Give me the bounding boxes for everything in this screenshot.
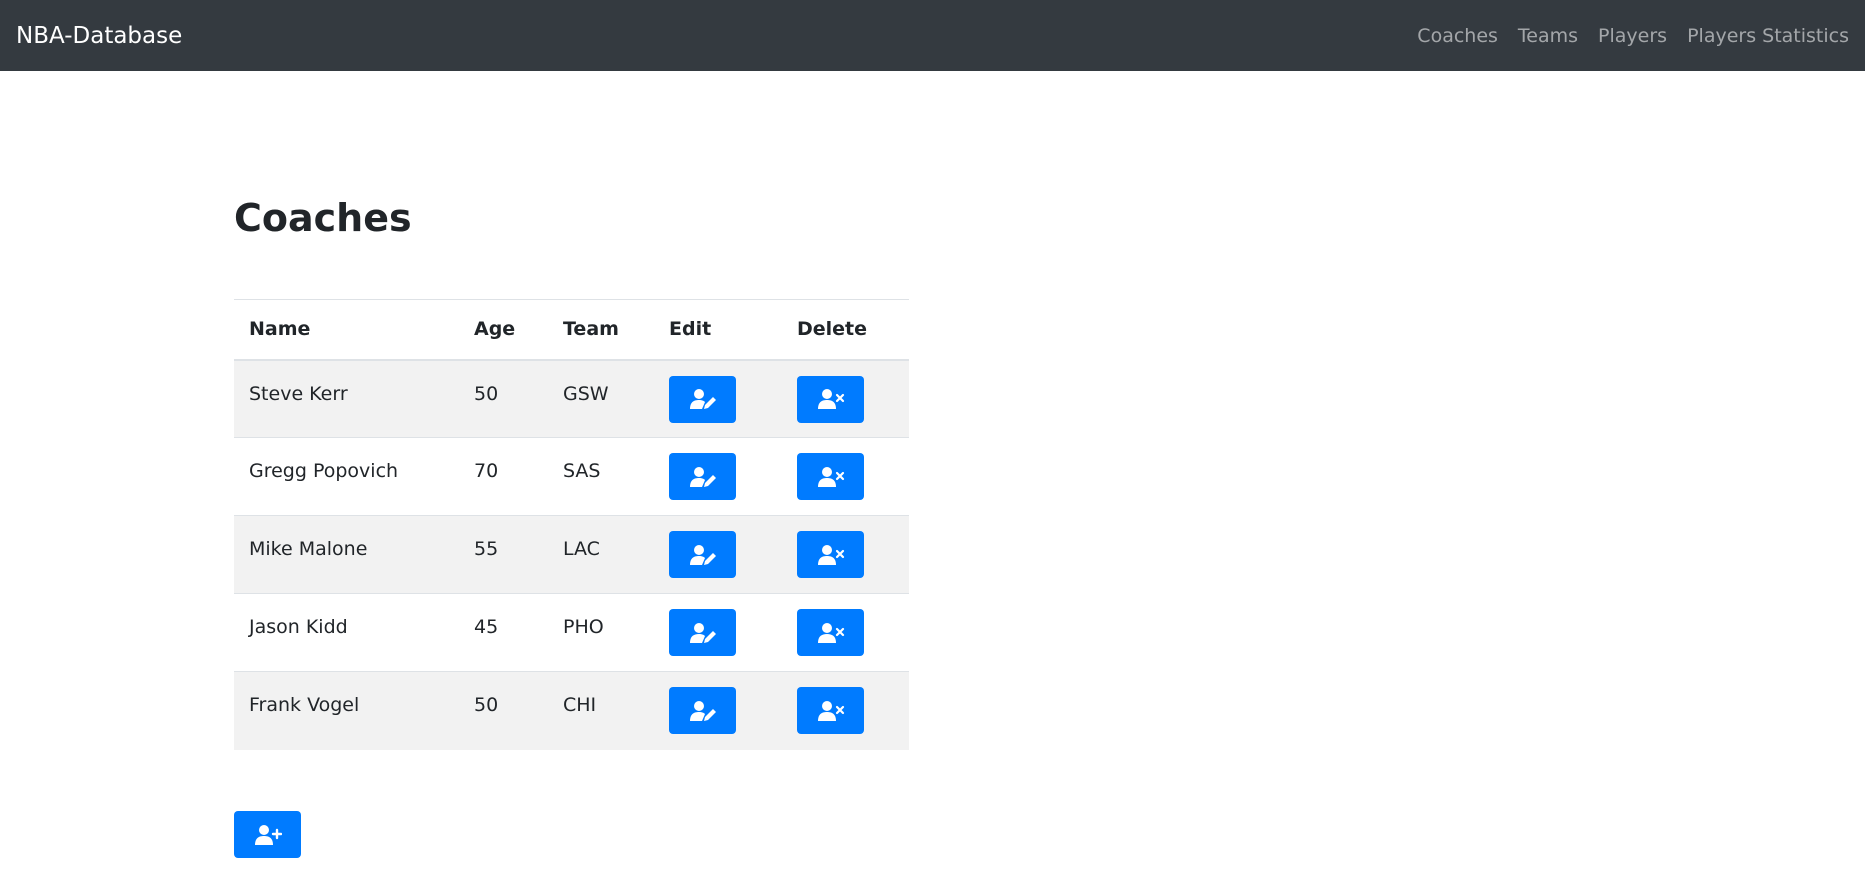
user-plus-icon (254, 824, 282, 845)
nav-link-players-statistics[interactable]: Players Statistics (1687, 25, 1849, 47)
edit-button[interactable] (669, 375, 736, 423)
edit-cell (654, 593, 782, 672)
user-edit-icon (689, 389, 716, 409)
edit-cell (654, 515, 782, 594)
delete-cell (782, 671, 909, 750)
user-times-icon (817, 389, 844, 409)
coach-team: CHI (548, 671, 654, 750)
coach-name: Steve Kerr (234, 359, 459, 438)
navbar-brand[interactable]: NBA-Database (16, 23, 182, 49)
delete-button[interactable] (797, 687, 864, 734)
delete-button[interactable] (797, 375, 864, 423)
column-header-delete: Delete (782, 299, 909, 361)
column-header-team: Team (548, 299, 654, 361)
delete-button[interactable] (797, 531, 864, 578)
table-row: Frank Vogel 50 CHI (234, 671, 909, 750)
delete-cell (782, 437, 909, 516)
coach-team: LAC (548, 515, 654, 594)
column-header-edit: Edit (654, 299, 782, 361)
coach-name: Jason Kidd (234, 593, 459, 672)
column-header-age: Age (459, 299, 548, 361)
user-edit-icon (689, 622, 716, 643)
navbar: NBA-Database Coaches Teams Players Playe… (0, 0, 1865, 71)
coach-age: 55 (459, 515, 548, 594)
nav-link-coaches[interactable]: Coaches (1417, 25, 1498, 47)
delete-cell (782, 359, 909, 438)
delete-button[interactable] (797, 453, 864, 500)
table-row: Mike Malone 55 LAC (234, 515, 909, 594)
table-row: Steve Kerr 50 GSW (234, 359, 909, 438)
nav-link-players[interactable]: Players (1598, 25, 1667, 47)
table-row: Jason Kidd 45 PHO (234, 593, 909, 672)
coach-age: 50 (459, 671, 548, 750)
coach-age: 70 (459, 437, 548, 516)
nav-link-teams[interactable]: Teams (1518, 25, 1578, 47)
coach-name: Mike Malone (234, 515, 459, 594)
delete-button[interactable] (797, 609, 864, 656)
coaches-table: Name Age Team Edit Delete Steve Kerr 50 … (234, 299, 909, 750)
table-row: Gregg Popovich 70 SAS (234, 437, 909, 516)
coach-age: 50 (459, 359, 548, 438)
user-edit-icon (689, 544, 716, 565)
column-header-name: Name (234, 299, 459, 361)
user-times-icon (817, 622, 844, 643)
coach-team: SAS (548, 437, 654, 516)
edit-button[interactable] (669, 453, 736, 500)
coach-team: GSW (548, 359, 654, 438)
user-edit-icon (689, 700, 716, 721)
table-header-row: Name Age Team Edit Delete (234, 299, 909, 361)
delete-cell (782, 515, 909, 594)
add-coach-button[interactable] (234, 811, 301, 858)
user-edit-icon (689, 466, 716, 487)
delete-cell (782, 593, 909, 672)
main-content: Coaches Name Age Team Edit Delete Steve … (234, 195, 909, 750)
edit-button[interactable] (669, 531, 736, 578)
edit-cell (654, 359, 782, 438)
edit-button[interactable] (669, 609, 736, 656)
coach-team: PHO (548, 593, 654, 672)
page-title: Coaches (234, 196, 412, 240)
user-times-icon (817, 544, 844, 565)
user-times-icon (817, 466, 844, 487)
edit-button[interactable] (669, 687, 736, 734)
coach-age: 45 (459, 593, 548, 672)
nav-links: Coaches Teams Players Players Statistics (1397, 25, 1849, 47)
edit-cell (654, 671, 782, 750)
edit-cell (654, 437, 782, 516)
coach-name: Gregg Popovich (234, 437, 459, 516)
user-times-icon (817, 700, 844, 721)
coach-name: Frank Vogel (234, 671, 459, 750)
